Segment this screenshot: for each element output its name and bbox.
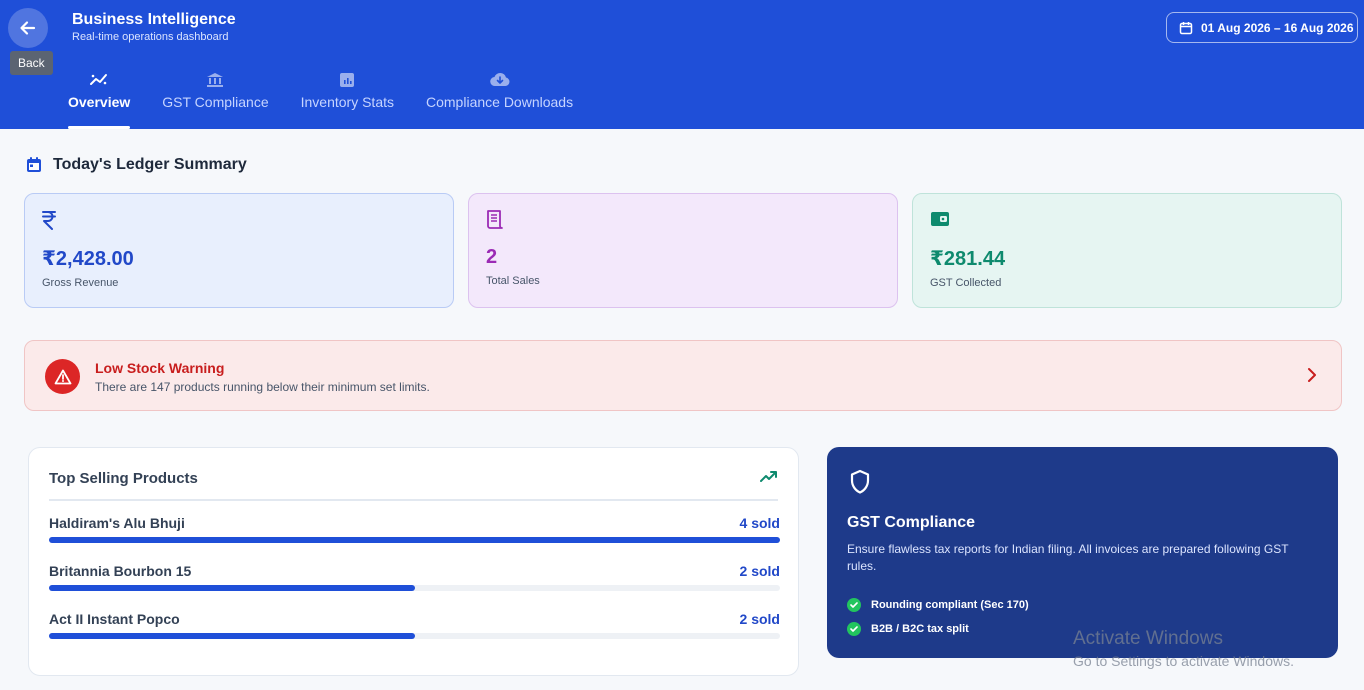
warning-badge (45, 359, 80, 394)
panel-title: Top Selling Products (49, 470, 198, 487)
product-sold: 2 sold (739, 611, 780, 627)
gst-title: GST Compliance (847, 514, 976, 531)
date-range-button[interactable]: 01 Aug 2026 – 16 Aug 2026 (1166, 12, 1358, 43)
warning-text: There are 147 products running below the… (95, 380, 430, 394)
product-bar-fill (49, 585, 415, 591)
date-range-label: 01 Aug 2026 – 16 Aug 2026 (1201, 20, 1354, 35)
panel-divider (49, 499, 778, 501)
page-title: Business Intelligence (72, 11, 236, 28)
check-icon (850, 602, 858, 608)
check-icon (850, 626, 858, 632)
shield-icon (850, 469, 870, 494)
total-sales-value: 2 (486, 246, 498, 268)
bar-chart-icon (340, 73, 355, 87)
activate-windows-title: Activate Windows (1073, 628, 1223, 649)
gst-compliance-card: GST Compliance Ensure flawless tax repor… (827, 447, 1338, 658)
gross-revenue-value: ₹2,428.00 (42, 248, 134, 270)
product-row: Haldiram's Alu Bhuji 4 sold (49, 515, 780, 555)
calendar-icon (27, 157, 41, 172)
product-name: Act II Instant Popco (49, 611, 180, 627)
product-bar-track (49, 537, 780, 543)
gst-description: Ensure flawless tax reports for Indian f… (847, 542, 1289, 573)
back-tooltip: Back (10, 51, 53, 75)
back-button[interactable] (8, 8, 48, 48)
warning-triangle-icon (54, 369, 71, 384)
gross-revenue-card: ₹2,428.00 Gross Revenue (24, 193, 454, 308)
cloud-download-icon (489, 72, 509, 87)
chevron-right-icon (1308, 368, 1316, 382)
product-row: Act II Instant Popco 2 sold (49, 611, 780, 651)
total-sales-label: Total Sales (486, 275, 540, 287)
product-sold: 2 sold (739, 563, 780, 579)
product-bar-track (49, 585, 780, 591)
gst-check-item: Rounding compliant (Sec 170) (847, 598, 1029, 612)
activate-windows-subtitle: Go to Settings to activate Windows. (1073, 653, 1294, 669)
rupee-icon (42, 211, 56, 230)
total-sales-card: 2 Total Sales (468, 193, 898, 308)
tab-label: Compliance Downloads (426, 94, 574, 110)
product-row: Britannia Bourbon 15 2 sold (49, 563, 780, 603)
tab-compliance-downloads[interactable]: Compliance Downloads (426, 70, 573, 129)
tab-overview[interactable]: Overview (68, 70, 131, 129)
product-name: Britannia Bourbon 15 (49, 563, 192, 579)
ledger-summary-heading: Today's Ledger Summary (25, 156, 247, 174)
product-sold: 4 sold (739, 515, 780, 531)
tab-bar: Overview GST Compliance Inventory Stats … (68, 70, 605, 129)
arrow-left-icon (20, 21, 36, 35)
tab-label: Overview (68, 94, 131, 110)
trend-icon (90, 74, 108, 85)
page-subtitle: Real-time operations dashboard (72, 31, 229, 43)
tab-gst-compliance[interactable]: GST Compliance (162, 70, 269, 129)
product-bar-fill (49, 537, 780, 543)
gst-collected-value: ₹281.44 (930, 248, 1006, 270)
gst-collected-card: ₹281.44 GST Collected (912, 193, 1342, 308)
bank-icon (207, 73, 224, 87)
tab-inventory-stats[interactable]: Inventory Stats (301, 70, 394, 129)
product-name: Haldiram's Alu Bhuji (49, 515, 185, 531)
gross-revenue-label: Gross Revenue (42, 277, 119, 289)
receipt-icon (487, 210, 503, 229)
gst-collected-label: GST Collected (930, 277, 1002, 289)
gst-check-label: Rounding compliant (Sec 170) (871, 599, 1029, 611)
low-stock-warning[interactable]: Low Stock Warning There are 147 products… (24, 340, 1342, 411)
calendar-icon (1179, 21, 1193, 34)
trending-up-icon (760, 471, 777, 482)
tab-label: GST Compliance (162, 94, 269, 110)
product-bar-track (49, 633, 780, 639)
tab-label: Inventory Stats (300, 94, 394, 110)
product-bar-fill (49, 633, 415, 639)
wallet-icon (931, 212, 949, 226)
gst-check-label: B2B / B2C tax split (871, 623, 969, 635)
section-title: Today's Ledger Summary (53, 156, 247, 173)
app-header: Back Business Intelligence Real-time ope… (0, 0, 1364, 129)
top-selling-panel: Top Selling Products Haldiram's Alu Bhuj… (28, 447, 799, 676)
warning-title: Low Stock Warning (95, 360, 225, 376)
gst-check-item: B2B / B2C tax split (847, 622, 969, 636)
